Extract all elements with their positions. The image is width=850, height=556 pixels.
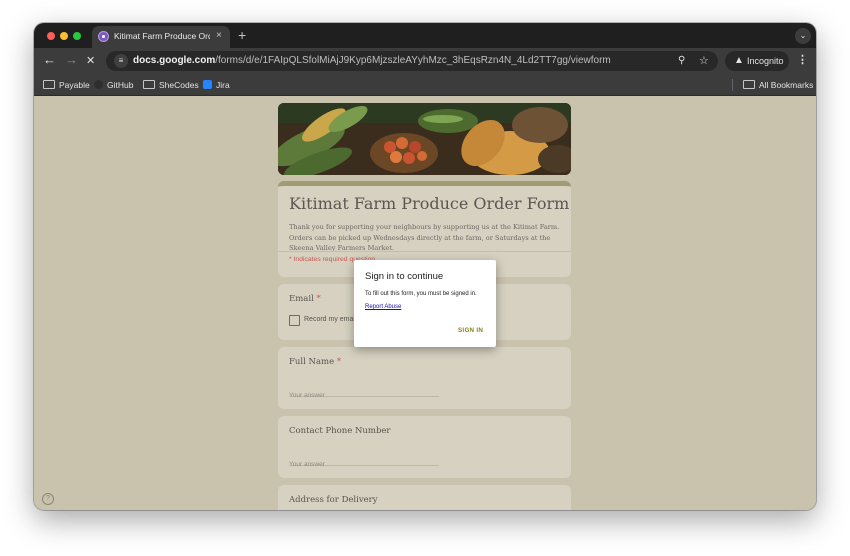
question-label: Address for Delivery [289, 495, 378, 505]
divider [278, 251, 571, 252]
question-label-text: Contact Phone Number [289, 426, 391, 436]
bookmark-shecodes[interactable]: SheCodes [143, 78, 199, 92]
browser-toolbar: ← → ✕ ≡ docs.google.com/forms/d/e/1FAIpQ… [34, 48, 816, 74]
bookmarks-divider [732, 79, 733, 91]
browser-window: Kitimat Farm Produce Order Form × + ⌄ ← … [34, 23, 816, 510]
stop-loading-button[interactable]: ✕ [86, 53, 95, 69]
input-placeholder: Your answer [289, 461, 325, 468]
folder-icon [43, 80, 55, 90]
help-icon[interactable]: ? [42, 493, 54, 505]
new-tab-button[interactable]: + [238, 27, 246, 43]
dialog-title: Sign in to continue [365, 271, 444, 282]
dialog-message: To fill out this form, you must be signe… [365, 291, 477, 297]
question-card-full-name: Full Name * Your answer [278, 347, 571, 409]
form-title: Kitimat Farm Produce Order Form [289, 194, 570, 213]
bookmark-label: Jira [216, 80, 230, 90]
tab-strip: Kitimat Farm Produce Order Form × + ⌄ [34, 23, 816, 48]
bookmark-label: GitHub [107, 80, 134, 90]
incognito-label: Incognito [747, 56, 784, 66]
question-card-phone: Contact Phone Number Your answer [278, 416, 571, 478]
folder-icon [743, 80, 755, 90]
tab-active[interactable]: Kitimat Farm Produce Order Form × [92, 26, 230, 48]
question-label-text: Email [289, 294, 314, 304]
incognito-indicator[interactable]: ▲ Incognito [725, 51, 789, 71]
browser-menu-icon[interactable]: ⋮ [797, 53, 808, 67]
question-label: Email * [289, 294, 321, 304]
minimize-window-button[interactable] [60, 32, 68, 40]
report-abuse-link[interactable]: Report Abuse [365, 304, 401, 310]
question-card-address: Address for Delivery [278, 485, 571, 510]
required-asterisk: * [336, 357, 342, 367]
question-label: Full Name * [289, 357, 341, 367]
all-bookmarks-button[interactable]: All Bookmarks [743, 78, 813, 92]
zoom-icon[interactable]: ⚲ [678, 54, 685, 68]
incognito-icon: ▲ [734, 55, 744, 66]
bookmark-payable[interactable]: Payable [43, 78, 90, 92]
url-path: /forms/d/e/1FAIpQLSfolMiAjJ9Kyp6MjzszleA… [215, 55, 611, 66]
produce-banner-image [278, 103, 571, 175]
forward-button[interactable]: → [65, 52, 78, 68]
github-icon [94, 80, 103, 90]
maximize-window-button[interactable] [73, 32, 81, 40]
close-window-button[interactable] [47, 32, 55, 40]
full-name-input[interactable]: Your answer [289, 384, 439, 399]
back-button[interactable]: ← [43, 52, 56, 68]
form-description: Thank you for supporting your neighbours… [289, 223, 560, 252]
bookmark-star-icon[interactable]: ☆ [699, 54, 709, 68]
produce-illustration [278, 103, 571, 175]
url-text[interactable]: docs.google.com/forms/d/e/1FAIpQLSfolMiA… [133, 55, 611, 66]
tab-close-icon[interactable]: × [216, 30, 222, 42]
google-forms-icon [98, 31, 109, 42]
bookmarks-bar: Payable GitHub SheCodes Jira All Bookmar… [34, 74, 816, 96]
url-host: docs.google.com [133, 55, 216, 66]
record-email-checkbox[interactable] [289, 315, 300, 326]
tab-search-button[interactable]: ⌄ [795, 28, 811, 44]
site-info-icon[interactable]: ≡ [114, 54, 128, 68]
folder-icon [143, 80, 155, 90]
address-bar[interactable]: ≡ docs.google.com/forms/d/e/1FAIpQLSfolM… [106, 51, 718, 71]
required-asterisk: * [316, 294, 321, 304]
bookmark-github[interactable]: GitHub [94, 78, 133, 92]
jira-icon [203, 80, 212, 90]
input-placeholder: Your answer [289, 392, 325, 399]
question-label-text: Address for Delivery [289, 495, 378, 505]
phone-input[interactable]: Your answer [289, 453, 439, 468]
sign-in-dialog: Sign in to continue To fill out this for… [354, 260, 496, 347]
question-label: Contact Phone Number [289, 426, 390, 436]
bookmark-jira[interactable]: Jira [203, 78, 230, 92]
bookmark-label: Payable [59, 80, 90, 90]
sign-in-button[interactable]: SIGN IN [458, 327, 483, 334]
tab-title: Kitimat Farm Produce Order Form [114, 31, 210, 41]
bookmark-label: All Bookmarks [759, 80, 814, 90]
bookmark-label: SheCodes [159, 80, 199, 90]
question-label-text: Full Name [289, 357, 335, 367]
